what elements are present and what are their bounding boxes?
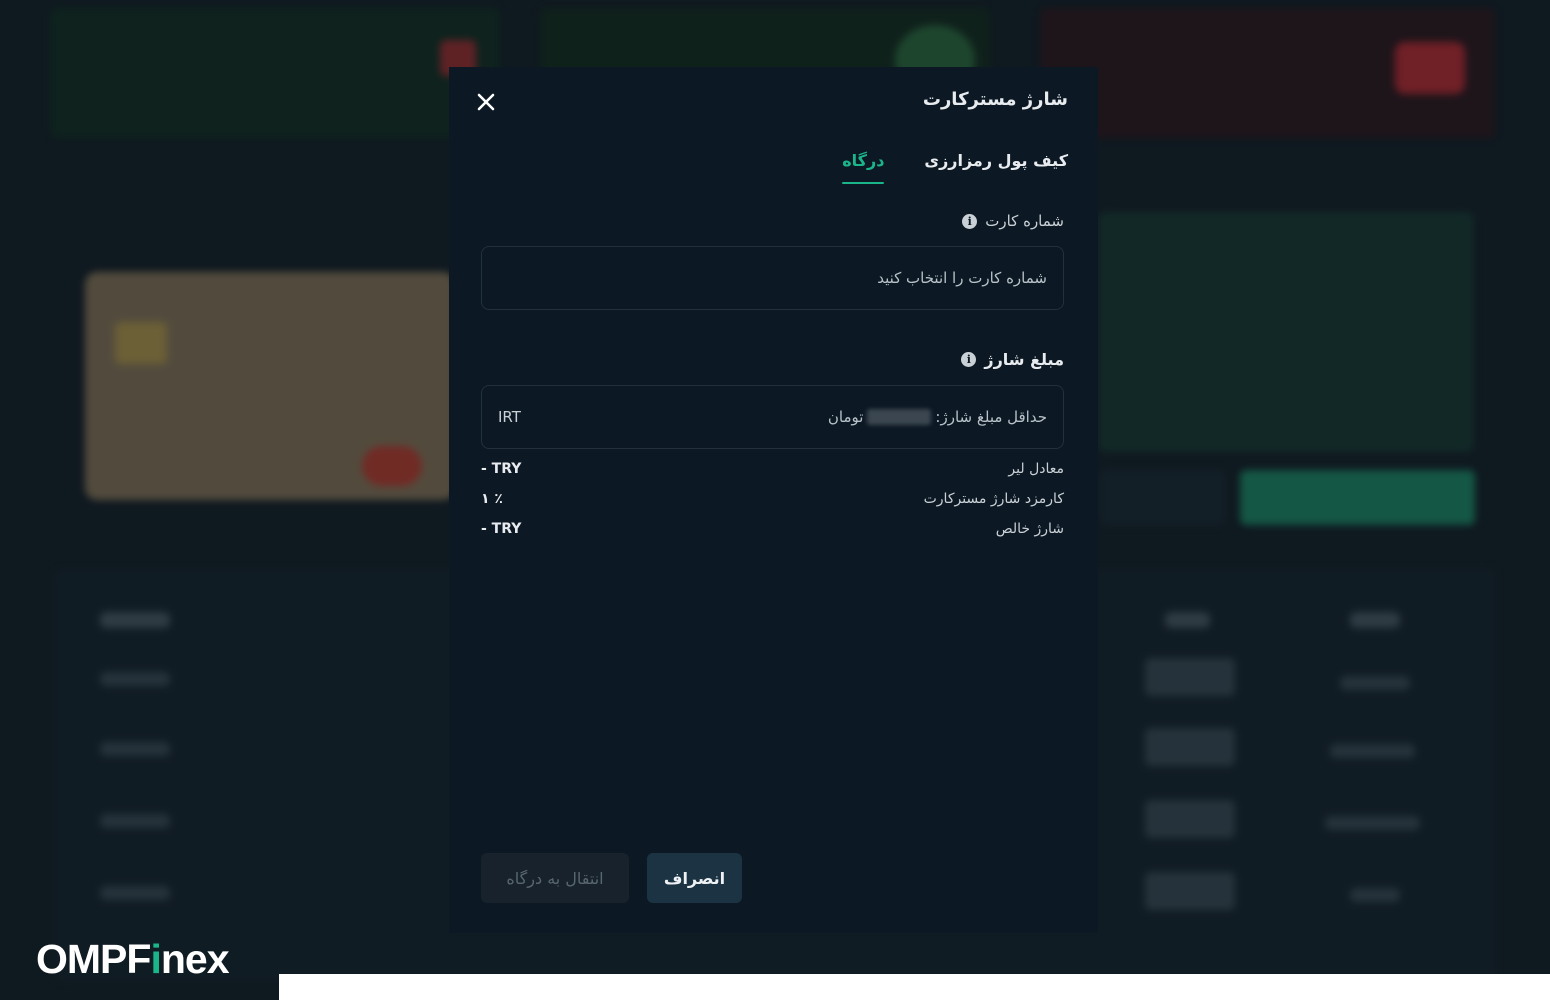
video-icon [1395, 42, 1465, 94]
table-row [100, 672, 170, 686]
card-number-select[interactable]: شماره کارت را انتخاب کنید [481, 246, 1064, 310]
logo-part: OMPF [36, 936, 151, 982]
balance-card [1098, 212, 1474, 452]
table-row [1325, 816, 1420, 830]
summary-row-net: شارژ خالص - TRY [481, 521, 1064, 537]
table-row [1145, 800, 1235, 838]
card-number-placeholder: شماره کارت را انتخاب کنید [877, 269, 1047, 287]
add-card-button [1240, 470, 1475, 525]
tab-gateway[interactable]: درگاه [842, 151, 885, 184]
summary-value: ۱ ٪ [481, 491, 503, 507]
table-row [1340, 676, 1410, 690]
secondary-button [1100, 470, 1225, 525]
close-icon [477, 93, 495, 111]
table-row [100, 814, 170, 828]
cancel-button[interactable]: انصراف [647, 853, 742, 903]
ompfinex-logo: OMPFinex [36, 936, 229, 983]
charge-method-tabs: کیف پول رمزارزی درگاه [842, 151, 1068, 184]
min-amount-suffix: تومان [827, 408, 864, 426]
min-amount-masked-value [867, 409, 932, 425]
table-row [1145, 728, 1235, 766]
table-header [1165, 612, 1210, 628]
charge-amount-label: مبلغ شارژ i [961, 350, 1064, 369]
mastercard-logo-icon [362, 446, 422, 486]
footer-bar [279, 974, 1550, 1000]
table-row [100, 742, 170, 756]
table-header [100, 612, 170, 628]
promo-banner [50, 8, 500, 138]
card-number-label-text: شماره کارت [985, 212, 1064, 230]
summary-value: - TRY [481, 461, 522, 477]
tab-crypto-wallet[interactable]: کیف پول رمزارزی [924, 151, 1068, 184]
mastercard-charge-modal: شارژ مسترکارت کیف پول رمزارزی درگاه شمار… [449, 67, 1098, 933]
close-button[interactable] [473, 89, 499, 115]
info-icon[interactable]: i [962, 213, 978, 229]
card-number-label: شماره کارت i [962, 212, 1064, 230]
charge-amount-label-text: مبلغ شارژ [984, 350, 1064, 369]
table-row [1145, 658, 1235, 696]
table-row [1350, 888, 1400, 902]
summary-label: شارژ خالص [995, 521, 1064, 537]
table-row [1330, 744, 1415, 758]
summary-row-fee: کارمزد شارژ مسترکارت ۱ ٪ [481, 491, 1064, 507]
table-row [1145, 872, 1235, 910]
summary-row-lira: معادل لیر - TRY [481, 461, 1064, 477]
summary-value: - TRY [481, 521, 522, 537]
currency-unit: IRT [498, 408, 521, 426]
go-to-gateway-button[interactable]: انتقال به درگاه [481, 853, 629, 903]
modal-title: شارژ مسترکارت [922, 89, 1068, 110]
table-header [1350, 612, 1400, 628]
table-row [100, 886, 170, 900]
logo-part-accent: i [150, 936, 161, 982]
info-icon[interactable]: i [961, 352, 977, 367]
summary-label: معادل لیر [1008, 461, 1064, 477]
card-chip-icon [115, 322, 167, 364]
logo-part: nex [160, 936, 230, 982]
charge-amount-input[interactable]: حداقل مبلغ شارژ: تومان IRT [481, 385, 1064, 449]
summary-label: کارمزد شارژ مسترکارت [923, 491, 1064, 507]
min-amount-prefix: حداقل مبلغ شارژ: [935, 408, 1047, 426]
